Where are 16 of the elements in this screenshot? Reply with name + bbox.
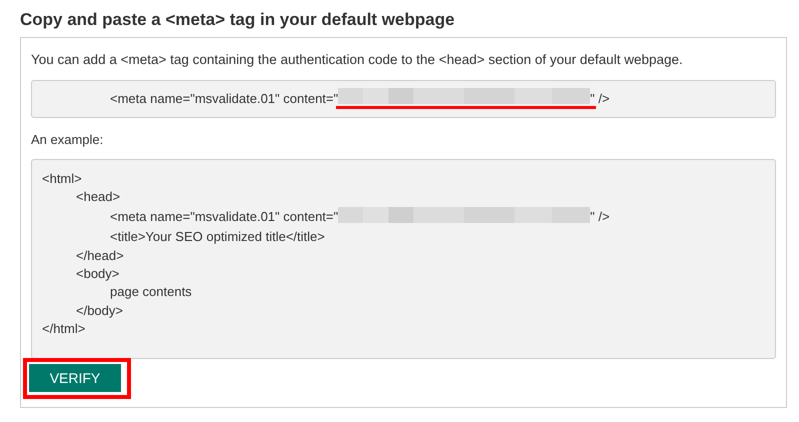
code-line: <body> [76, 266, 120, 282]
code-text: <meta name="msvalidate.01" content=" [110, 90, 338, 108]
code-line: </body> [76, 302, 123, 318]
example-label: An example: [31, 131, 104, 149]
code-text: " /> [590, 90, 610, 108]
code-line: <html> [42, 171, 82, 186]
code-line: page contents [110, 284, 192, 300]
code-line: </html> [42, 321, 86, 336]
section-heading: Copy and paste a <meta> tag in your default webpage [20, 9, 455, 31]
code-text: " /> [590, 208, 610, 226]
code-text: <meta name="msvalidate.01" content=" [110, 208, 338, 226]
intro-text: You can add a <meta> tag containing the authentication code to the <head> section of your default webpage. [31, 51, 683, 69]
verify-button[interactable]: VERIFY [29, 364, 121, 392]
code-line: </head> [76, 248, 124, 263]
code-line: <head> [76, 189, 120, 204]
code-line: <title>Your SEO optimized title</title> [110, 229, 325, 244]
